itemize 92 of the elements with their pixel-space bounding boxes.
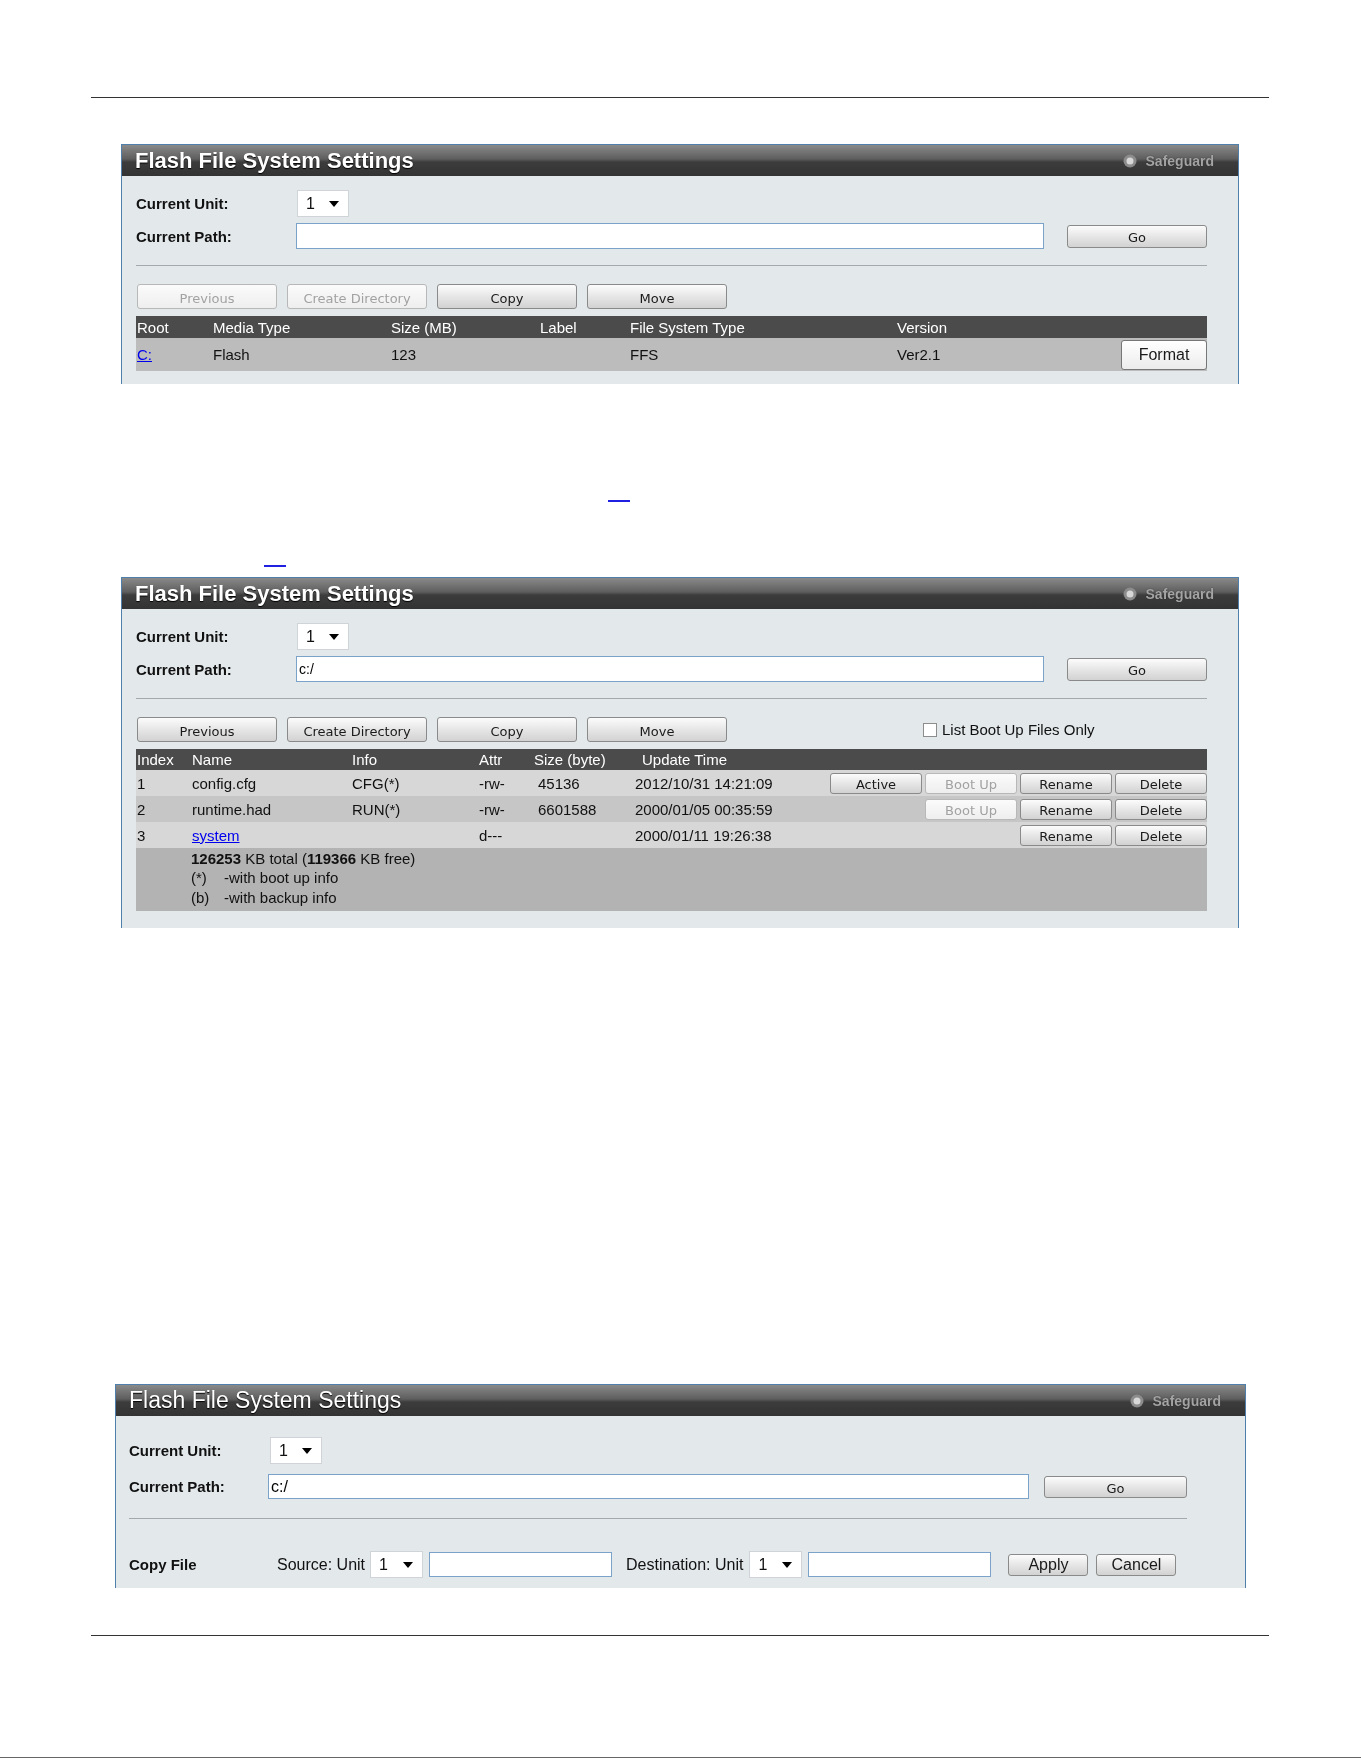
go-button[interactable]: Go xyxy=(1067,224,1207,248)
legend-text: -with boot up info xyxy=(224,868,339,888)
column-header: Media Type xyxy=(212,318,292,336)
summary-text: 126253 KB total (119366 KB free) xyxy=(191,849,417,868)
column-header: Version xyxy=(896,318,949,336)
safeguard-label: Safeguard xyxy=(1145,585,1214,602)
row-button[interactable]: Active xyxy=(830,772,922,794)
legend-text: -with backup info xyxy=(224,888,337,908)
status-light-icon xyxy=(1122,586,1137,601)
copy-file-label: Copy File xyxy=(129,1556,198,1573)
checkbox-label[interactable]: List Boot Up Files Only xyxy=(942,721,1095,738)
panel-title: Flash File System Settings xyxy=(135,147,414,174)
field-label: Current Path: xyxy=(136,227,233,245)
panel-title: Flash File System Settings xyxy=(129,1387,402,1414)
table-cell-text: 2012/10/31 14:21:09 xyxy=(634,774,774,792)
unit-select[interactable]: 1 xyxy=(749,1551,803,1578)
table-cell-text: -rw- xyxy=(478,800,506,818)
table-cell-text: 2 xyxy=(136,800,147,818)
column-header: Index xyxy=(136,751,175,768)
checkbox[interactable] xyxy=(923,722,937,737)
source-file-field[interactable] xyxy=(429,1552,613,1577)
column-header: Root xyxy=(136,318,170,336)
row-button[interactable]: Delete xyxy=(1115,772,1207,794)
safeguard-label: Safeguard xyxy=(1152,1392,1221,1409)
form-button[interactable]: Apply xyxy=(1008,1553,1089,1576)
legend-mark: (*) xyxy=(191,868,208,888)
column-header: File System Type xyxy=(629,318,746,336)
unit-select[interactable]: 1 xyxy=(297,190,349,217)
table-cell-text: FFS xyxy=(629,346,660,363)
table-cell-text: Ver2.1 xyxy=(896,346,942,363)
status-light-icon xyxy=(1129,1393,1144,1408)
column-header: Attr xyxy=(478,751,504,768)
table-cell-text: 2000/01/05 00:35:59 xyxy=(634,800,774,818)
row-button[interactable]: Delete xyxy=(1115,798,1207,820)
caret-icon xyxy=(329,200,339,207)
directory-link[interactable]: system xyxy=(192,826,240,844)
row-button[interactable]: Rename xyxy=(1020,772,1112,794)
destination-unit-label: Destination: Unit xyxy=(626,1555,744,1574)
format-button[interactable]: Format xyxy=(1121,339,1207,370)
drive-link[interactable]: C: xyxy=(137,346,152,363)
column-header: Label xyxy=(539,318,578,336)
column-header: Size (byte) xyxy=(533,751,607,768)
source-unit-label: Source: Unit xyxy=(277,1555,366,1574)
table-cell-text: 45136 xyxy=(537,774,581,792)
toolbar-button[interactable]: Create Directory xyxy=(287,717,427,742)
table-cell-text: d--- xyxy=(478,826,504,844)
row-button[interactable]: Rename xyxy=(1020,824,1112,846)
field-label: Current Unit: xyxy=(136,628,230,645)
go-button[interactable]: Go xyxy=(1067,657,1207,681)
table-cell-text: Flash xyxy=(212,346,251,363)
table-cell-text: -rw- xyxy=(478,774,506,792)
table-cell-text: 123 xyxy=(390,346,418,363)
caret-icon xyxy=(782,1561,793,1568)
table-cell-text: runtime.had xyxy=(191,800,273,818)
field-label: Current Path: xyxy=(129,1478,226,1495)
column-header: Update Time xyxy=(641,751,729,768)
table-cell-text: CFG(*) xyxy=(351,774,401,792)
form-button[interactable]: Cancel xyxy=(1096,1553,1177,1576)
toolbar-button[interactable]: Move xyxy=(587,717,727,742)
caret-icon xyxy=(302,1447,312,1454)
safeguard-label: Safeguard xyxy=(1145,152,1214,169)
field-label: Current Path: xyxy=(136,660,233,678)
caret-icon xyxy=(403,1561,414,1568)
legend-mark: (b) xyxy=(191,888,211,908)
row-button[interactable]: Delete xyxy=(1115,824,1207,846)
field-label: Current Unit: xyxy=(136,195,230,212)
field-label: Current Unit: xyxy=(129,1442,223,1459)
table-cell-text: config.cfg xyxy=(191,774,258,792)
table-cell-text: 3 xyxy=(136,826,147,844)
toolbar-button[interactable]: Copy xyxy=(437,284,577,309)
caret-icon xyxy=(329,633,339,640)
path-field[interactable]: c:/ xyxy=(268,1474,1029,1499)
destination-file-field[interactable] xyxy=(808,1552,992,1577)
column-header: Info xyxy=(351,751,379,768)
toolbar-button[interactable]: Previous xyxy=(137,717,277,742)
path-field[interactable]: c:/ xyxy=(296,656,1044,682)
unit-select[interactable]: 1 xyxy=(370,1551,424,1578)
panel-title: Flash File System Settings xyxy=(135,580,414,607)
path-field[interactable] xyxy=(296,223,1044,249)
unit-select[interactable]: 1 xyxy=(297,623,349,650)
toolbar-button[interactable]: Copy xyxy=(437,717,577,742)
table-cell-text: 1 xyxy=(136,774,147,792)
status-light-icon xyxy=(1122,153,1137,168)
table-cell-text: RUN(*) xyxy=(351,800,402,818)
column-header: Size (MB) xyxy=(390,318,458,336)
row-button[interactable]: Rename xyxy=(1020,798,1112,820)
table-cell-text: 6601588 xyxy=(537,800,598,818)
go-button[interactable]: Go xyxy=(1044,1475,1187,1498)
table-cell-text: 2000/01/11 19:26:38 xyxy=(634,826,773,844)
column-header: Name xyxy=(191,751,233,768)
unit-select[interactable]: 1 xyxy=(270,1437,322,1464)
toolbar-button[interactable]: Move xyxy=(587,284,727,309)
